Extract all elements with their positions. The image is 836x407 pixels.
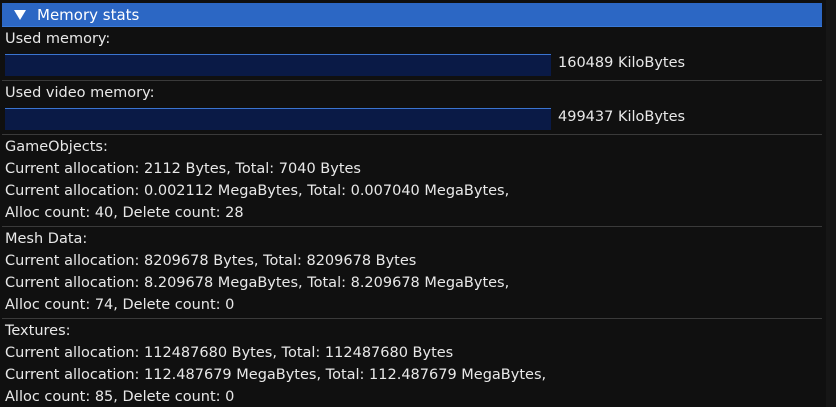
gameobjects-megabytes: Current allocation: 0.002112 MegaBytes, … <box>5 183 510 199</box>
scrollbar-track[interactable] <box>826 0 836 407</box>
used-memory-bar <box>5 54 551 76</box>
header-title: Memory stats <box>37 5 140 24</box>
section-title-textures: Textures: <box>5 323 71 339</box>
used-memory-value: 160489 KiloBytes <box>558 55 686 71</box>
mesh-data-counts: Alloc count: 74, Delete count: 0 <box>5 297 235 313</box>
used-memory-label: Used memory: <box>5 31 111 47</box>
section-title-mesh-data: Mesh Data: <box>5 231 88 247</box>
textures-bytes: Current allocation: 112487680 Bytes, Tot… <box>5 345 454 361</box>
memory-stats-panel: Memory stats Used memory: 160489 KiloByt… <box>0 0 826 407</box>
used-video-memory-value: 499437 KiloBytes <box>558 109 686 125</box>
section-title-gameobjects: GameObjects: <box>5 139 108 155</box>
mesh-data-bytes: Current allocation: 8209678 Bytes, Total… <box>5 253 417 269</box>
textures-megabytes: Current allocation: 112.487679 MegaBytes… <box>5 367 547 383</box>
gameobjects-bytes: Current allocation: 2112 Bytes, Total: 7… <box>5 161 361 177</box>
used-video-memory-label: Used video memory: <box>5 85 155 101</box>
textures-counts: Alloc count: 85, Delete count: 0 <box>5 389 235 405</box>
triangle-down-icon[interactable] <box>13 9 27 21</box>
gameobjects-counts: Alloc count: 40, Delete count: 28 <box>5 205 244 221</box>
memory-stats-header[interactable]: Memory stats <box>2 3 822 27</box>
divider <box>2 226 822 227</box>
mesh-data-megabytes: Current allocation: 8.209678 MegaBytes, … <box>5 275 510 291</box>
divider <box>2 80 822 81</box>
used-video-memory-bar <box>5 108 551 130</box>
divider <box>2 318 822 319</box>
divider <box>2 134 822 135</box>
